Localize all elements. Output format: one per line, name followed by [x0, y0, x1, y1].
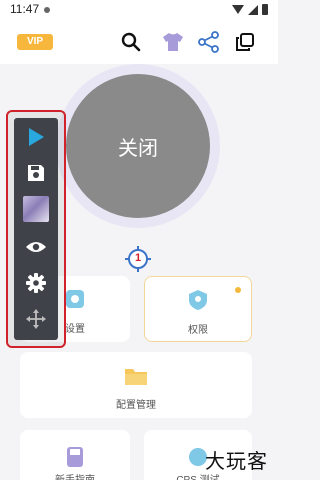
permissions-card[interactable]: 权限: [144, 276, 252, 342]
wifi-icon: [232, 5, 244, 14]
status-time: 11:47: [10, 2, 40, 16]
move-icon: [26, 309, 46, 329]
status-icons: [232, 4, 268, 15]
search-icon[interactable]: [118, 29, 144, 55]
guide-card-label: 新手指南: [20, 471, 130, 480]
play-button[interactable]: [14, 122, 58, 152]
top-app-bar: VIP: [0, 20, 278, 64]
shield-icon: [189, 290, 207, 310]
permissions-card-label: 权限: [188, 325, 208, 336]
move-handle[interactable]: [14, 304, 58, 334]
guide-card[interactable]: 新手指南: [20, 430, 130, 480]
gear-icon: [26, 273, 46, 293]
floating-toolbar-highlight: [6, 110, 66, 348]
copy-icon[interactable]: [232, 29, 258, 55]
config-card-label: 配置管理: [116, 400, 156, 411]
battery-icon: [262, 4, 268, 15]
settings-gear-icon: [66, 290, 84, 308]
save-icon: [28, 165, 44, 181]
power-label: 关闭: [118, 137, 158, 160]
status-bar: 11:47: [0, 0, 278, 20]
folder-icon: [125, 369, 147, 385]
save-button[interactable]: [14, 158, 58, 188]
status-dot-icon: [44, 7, 50, 13]
watermark-logo: 大玩客: [205, 449, 268, 473]
config-card[interactable]: 配置管理: [20, 352, 252, 418]
eye-icon: [26, 242, 46, 252]
visibility-button[interactable]: [14, 232, 58, 262]
book-icon: [67, 447, 83, 467]
shirt-icon[interactable]: [160, 29, 186, 55]
share-icon[interactable]: [196, 29, 222, 55]
permissions-dot-icon: [235, 287, 241, 293]
crosshair-number: 1: [134, 252, 142, 264]
crosshair-target[interactable]: 1: [125, 246, 151, 272]
thumbnail-button[interactable]: [14, 194, 58, 224]
settings-button[interactable]: [14, 268, 58, 298]
thumbnail-image: [23, 196, 49, 222]
signal-icon: [248, 4, 258, 15]
power-toggle-button[interactable]: 关闭: [66, 74, 210, 218]
floating-toolbar: [14, 118, 58, 340]
play-icon: [29, 128, 44, 146]
vip-badge[interactable]: VIP: [17, 34, 53, 50]
